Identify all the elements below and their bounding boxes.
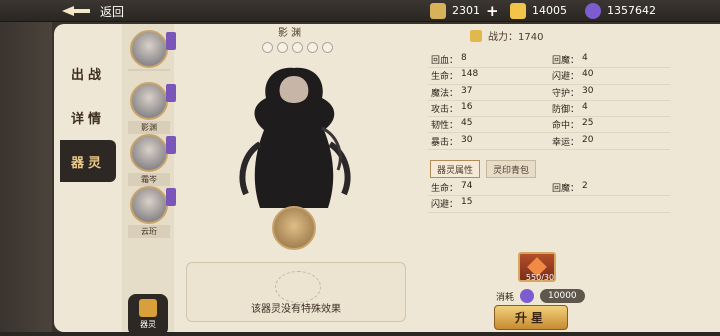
gold-ingot-icon [510,2,526,19]
tab-spirit-attributes[interactable]: 器灵属性 [430,160,481,178]
character-slot-4[interactable]: 云珩 [128,186,176,238]
power-display: 战力：1740 [470,28,543,43]
upgrade-star-button[interactable]: 升星 [494,305,568,330]
scroll-value: 2301 [452,4,480,17]
spirit-character-figure [239,67,351,208]
stats-table: 回血： 8 回魔： 4 生命： 148 闪避： 40 魔法： 37 守护： 30 攻击： 16… [428,52,670,150]
spirit-name: 影渊 [278,28,304,39]
back-arrow-icon [62,6,92,16]
tab-spirit-seal-bag[interactable]: 灵印青包 [486,160,537,178]
game-screen: 返回 2301 + 14005 1357642 出战 详情 器灵 影渊 霜岑 云… [0,0,720,336]
star-icon [277,42,288,53]
stats-row: 回血： 8 回魔： 4 [428,52,670,69]
character-name: 云珩 [128,225,170,238]
tab-battle[interactable]: 出战 [60,52,116,94]
character-avatar [130,30,168,68]
gem-value: 1357642 [607,4,656,17]
spirit-slot-label: 器灵 [140,320,156,329]
spirit-attr-row: 生命： 74 回魔： 2 [428,180,670,197]
scroll-resource: 2301 + [430,2,499,20]
character-list: 影渊 霜岑 云珩 器灵 [122,24,176,336]
spirit-slot-button[interactable]: 器灵 [128,294,168,336]
sub-tabs: 器灵属性 灵印青包 [430,160,537,178]
star-rating [262,42,333,53]
upgrade-cost: 消耗 10000 [496,289,585,303]
gold-resource: 14005 [510,2,567,19]
gold-value: 14005 [532,4,567,17]
spirit-effect-text: 该器灵没有特殊效果 [251,304,341,315]
star-icon [307,42,318,53]
gem-resource: 1357642 [585,2,656,19]
star-icon [262,42,273,53]
add-resource-icon[interactable]: + [486,2,499,20]
spirit-attribute-table: 生命： 74 回魔： 2 闪避： 15 [428,180,670,213]
tab-spirit[interactable]: 器灵 [60,140,116,182]
spirit-attr-row: 闪避： 15 [428,196,670,213]
character-name [128,69,170,71]
back-button[interactable]: 返回 [62,2,130,20]
character-avatar [130,134,168,172]
top-bar: 返回 2301 + 14005 1357642 [0,0,720,22]
purple-gem-icon [520,289,535,303]
power-icon [470,29,482,42]
character-name: 影渊 [128,121,170,134]
spirit-tag-icon [166,32,176,50]
stats-row: 魔法： 37 守护： 30 [428,85,670,101]
star-icon [322,42,333,53]
left-edge-frame [0,0,52,332]
stats-row: 攻击： 16 防御： 4 [428,101,670,118]
character-avatar [130,186,168,224]
power-label: 战力：1740 [488,32,544,43]
character-avatar [130,82,168,120]
spirit-pedestal[interactable] [272,206,316,250]
scroll-icon [430,2,446,19]
spirit-tag-icon [166,188,176,206]
character-slot-2[interactable]: 影渊 [128,82,176,134]
character-name: 霜岑 [128,173,170,186]
upgrade-material-count: 550/30 [525,273,555,282]
stats-row: 生命： 148 闪避： 40 [428,68,670,85]
spirit-slot-icon [139,299,157,317]
cost-value: 10000 [540,289,585,303]
spirit-effect-box: 该器灵没有特殊效果 [186,262,406,322]
left-tabs: 出战 详情 器灵 [60,52,122,184]
stats-row: 暴击： 30 幸运： 20 [428,133,670,150]
stats-row: 韧性： 45 命中： 25 [428,117,670,134]
cost-label: 消耗 [496,292,515,303]
character-slot-3[interactable]: 霜岑 [128,134,176,186]
character-slot-1[interactable] [128,30,176,71]
purple-gem-icon [585,2,601,19]
empty-effect-icon [275,271,321,303]
spirit-tag-icon [166,84,176,102]
spirit-tag-icon [166,136,176,154]
back-label: 返回 [100,4,125,19]
tab-details[interactable]: 详情 [60,96,116,138]
star-icon [292,42,303,53]
